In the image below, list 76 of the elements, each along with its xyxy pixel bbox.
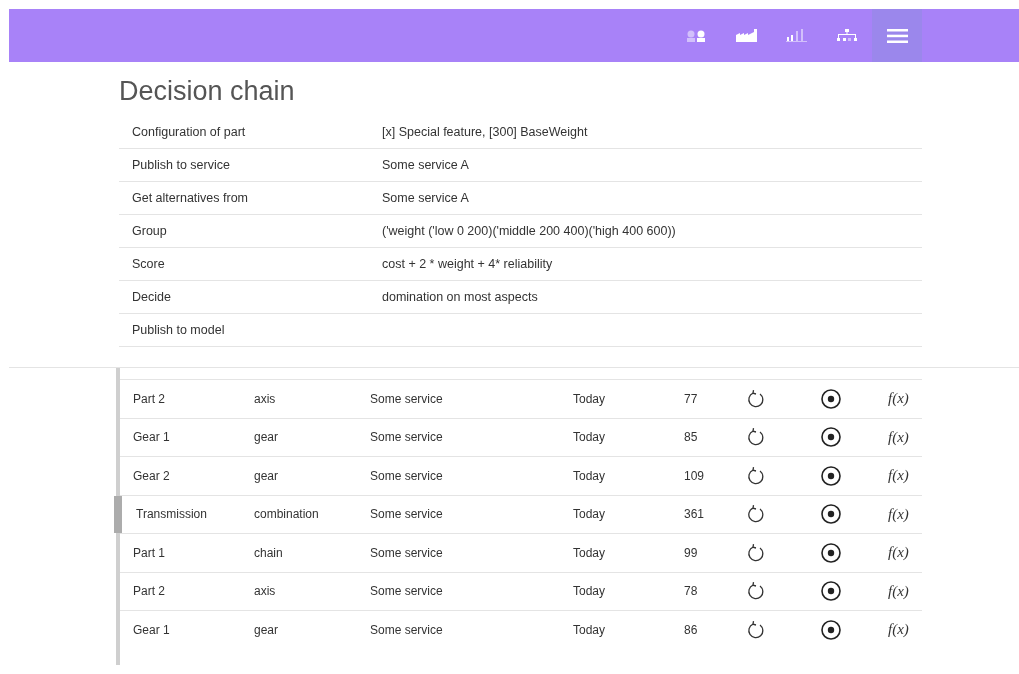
count: 78: [684, 584, 698, 599]
part-type: combination: [254, 507, 319, 522]
part-name[interactable]: Transmission: [136, 507, 207, 522]
service-name: Some service: [370, 468, 443, 483]
eye-icon[interactable]: [820, 427, 842, 448]
property-label: Group: [131, 224, 168, 238]
refresh-icon[interactable]: [747, 388, 765, 409]
date: Today: [573, 622, 606, 637]
count: 99: [684, 545, 698, 560]
eye-icon[interactable]: [820, 504, 842, 525]
eye-icon[interactable]: [820, 542, 842, 563]
property-value: cost + 2 * weight + 4* reliability: [382, 257, 553, 271]
menu-icon: [886, 28, 908, 43]
count: 361: [684, 507, 705, 522]
property-label: Publish to model: [131, 323, 226, 337]
part-type: axis: [254, 391, 276, 406]
eye-icon[interactable]: [820, 619, 842, 640]
property-value: domination on most aspects: [382, 290, 538, 304]
date: Today: [573, 391, 606, 406]
property-label: Decide: [131, 290, 172, 304]
formula-link[interactable]: f(x): [884, 544, 909, 562]
part-type: chain: [254, 545, 283, 560]
property-label: Get alternatives from: [131, 191, 249, 205]
formula-link[interactable]: f(x): [884, 621, 909, 639]
part-name[interactable]: Part 2: [133, 391, 165, 406]
count: 109: [684, 468, 705, 483]
hierarchy-icon: [836, 29, 858, 42]
people-icon: [686, 29, 708, 42]
factory-icon: [736, 29, 758, 42]
date: Today: [573, 430, 606, 445]
eye-icon[interactable]: [820, 581, 842, 602]
refresh-icon[interactable]: [747, 504, 765, 525]
part-name[interactable]: Part 2: [133, 584, 165, 599]
date: Today: [573, 584, 606, 599]
service-name: Some service: [370, 391, 443, 406]
property-value: [x] Special feature, [300] BaseWeight: [382, 125, 588, 139]
part-type: gear: [254, 468, 279, 483]
formula-link[interactable]: f(x): [884, 505, 909, 523]
refresh-icon[interactable]: [747, 465, 765, 486]
formula-link[interactable]: f(x): [884, 428, 909, 446]
refresh-icon[interactable]: [747, 427, 765, 448]
part-name[interactable]: Gear 2: [133, 468, 170, 483]
refresh-icon[interactable]: [747, 542, 765, 563]
date: Today: [573, 545, 606, 560]
eye-icon[interactable]: [820, 465, 842, 486]
property-value: ('weight ('low 0 200)('middle 200 400)('high 400 600)): [382, 224, 676, 238]
part-type: gear: [254, 430, 279, 445]
formula-link[interactable]: f(x): [884, 467, 909, 485]
date: Today: [573, 468, 606, 483]
service-name: Some service: [370, 584, 443, 599]
property-value: Some service A: [382, 191, 469, 205]
count: 77: [684, 391, 698, 406]
service-name: Some service: [370, 430, 443, 445]
count: 85: [684, 430, 698, 445]
part-type: gear: [254, 622, 279, 637]
part-name[interactable]: Gear 1: [133, 622, 170, 637]
formula-link[interactable]: f(x): [884, 582, 909, 600]
property-value: Some service A: [382, 158, 469, 172]
refresh-icon[interactable]: [747, 581, 765, 602]
refresh-icon[interactable]: [747, 619, 765, 640]
property-label: Publish to service: [131, 158, 231, 172]
property-label: Score: [131, 257, 166, 271]
bar-chart-icon: [786, 29, 808, 42]
service-name: Some service: [370, 507, 443, 522]
property-label: Configuration of part: [131, 125, 247, 139]
part-name[interactable]: Gear 1: [133, 430, 170, 445]
part-type: axis: [254, 584, 276, 599]
date: Today: [573, 507, 606, 522]
formula-link[interactable]: f(x): [884, 390, 909, 408]
count: 86: [684, 622, 698, 637]
eye-icon[interactable]: [820, 388, 842, 409]
page-title: Decision chain: [119, 75, 296, 108]
part-name[interactable]: Part 1: [133, 545, 165, 560]
service-name: Some service: [370, 545, 443, 560]
nav-button[interactable]: [872, 9, 922, 62]
service-name: Some service: [370, 622, 443, 637]
